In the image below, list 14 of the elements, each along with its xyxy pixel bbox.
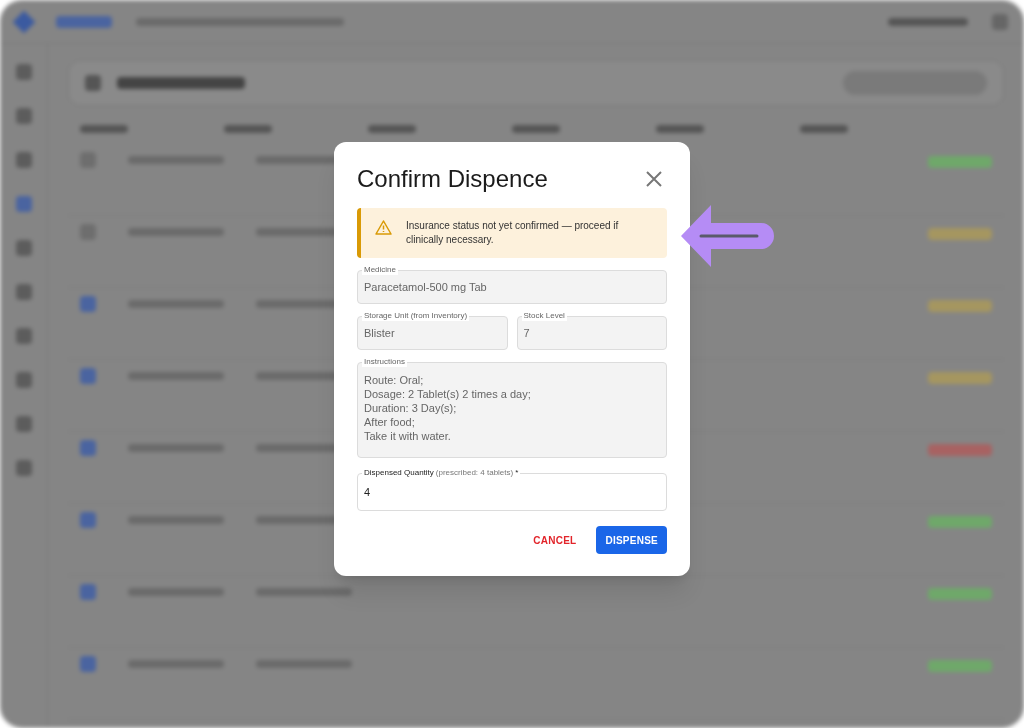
field-value: Route: Oral; Dosage: 2 Tablet(s) 2 times a day; Duration: 3 Day(s); After food; Take it with water. xyxy=(364,373,532,443)
field-value: Blister xyxy=(364,326,396,340)
field-label: Instructions xyxy=(362,357,407,367)
close-icon[interactable] xyxy=(645,170,663,188)
field-value: Paracetamol-500 mg Tab xyxy=(364,280,488,294)
field-value: 4 xyxy=(364,485,372,499)
dispense-button[interactable]: DISPENSE xyxy=(596,526,667,554)
field-label: Medicine xyxy=(362,265,398,275)
field-value: 7 xyxy=(523,326,531,340)
alert-message: Insurance status not yet confirmed — proceed if clinically necessary. xyxy=(406,219,620,247)
field-label: Stock Level xyxy=(521,311,567,321)
cancel-button[interactable]: CANCEL xyxy=(527,526,583,554)
dialog-title: Confirm Dispence xyxy=(357,164,548,194)
field-label: Storage Unit (from Inventory) xyxy=(362,311,470,321)
